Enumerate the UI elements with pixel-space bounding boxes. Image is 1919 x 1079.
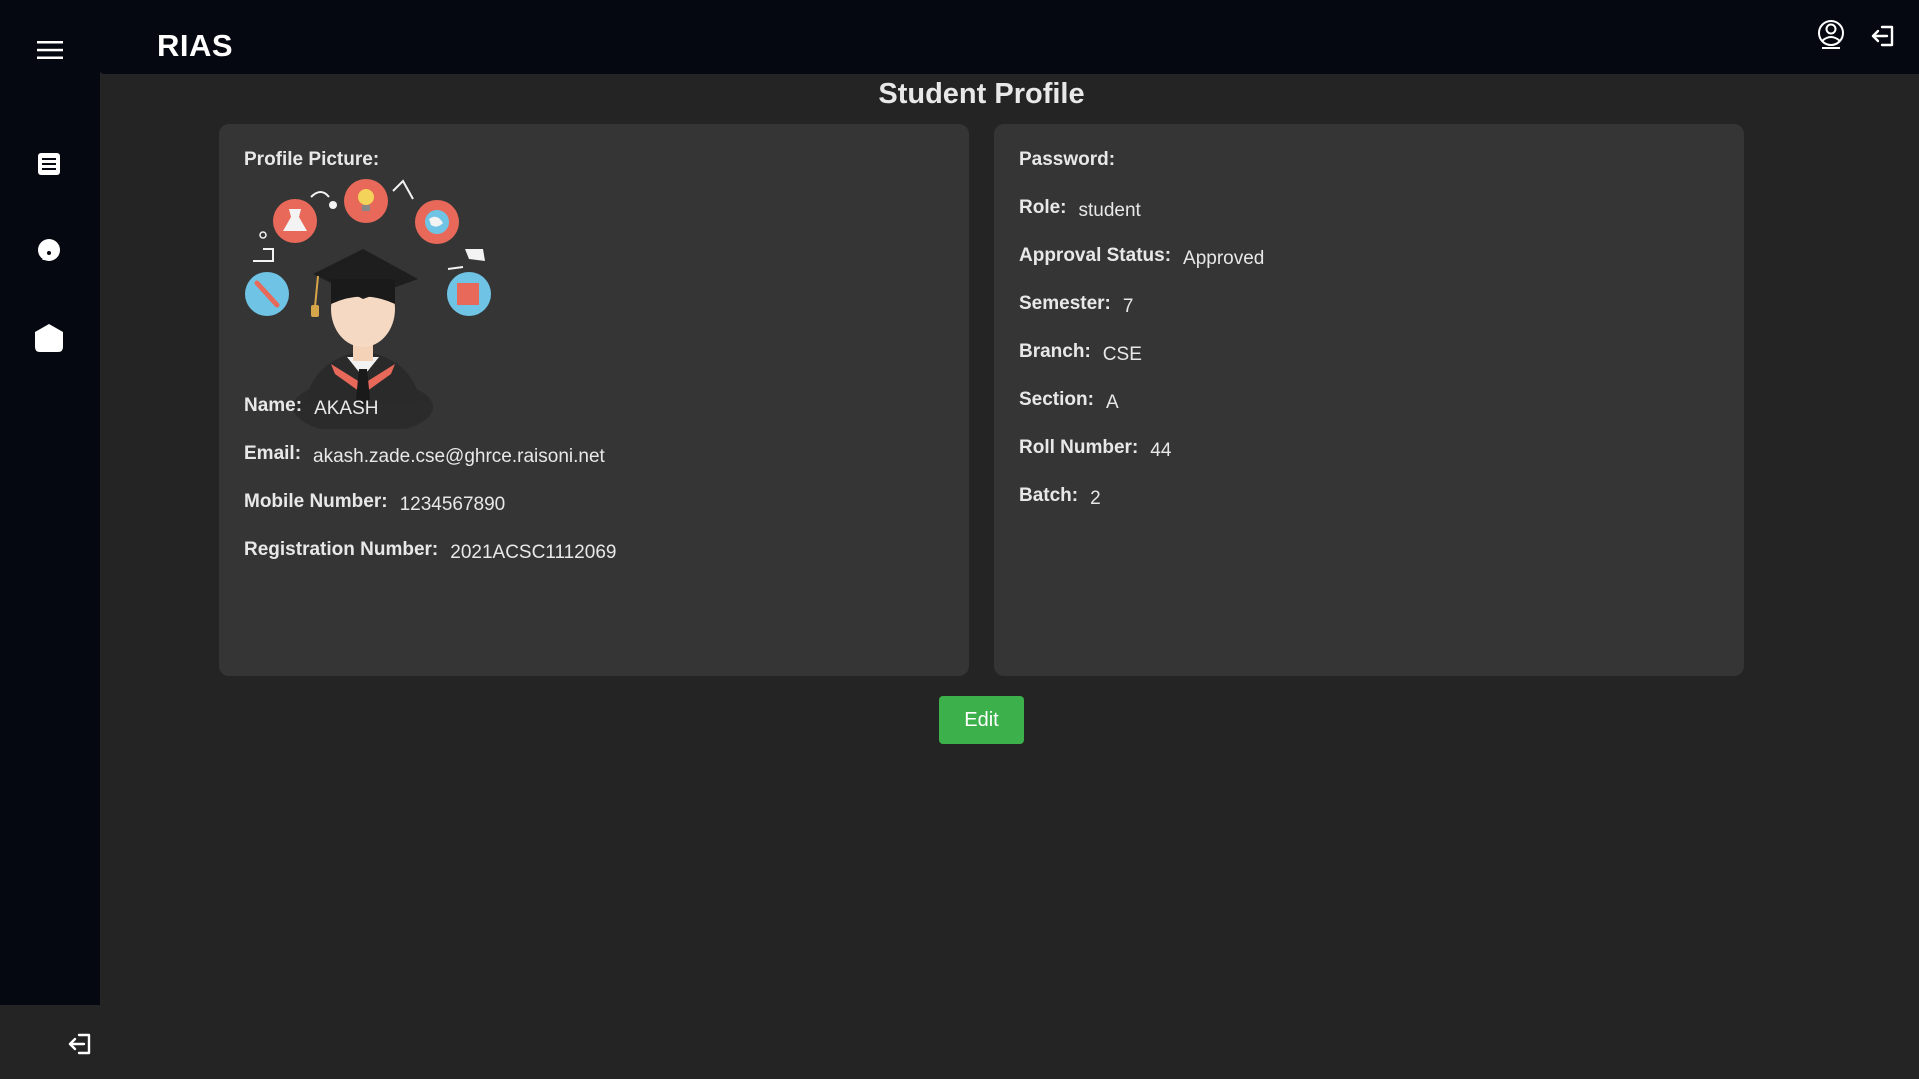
field-semester-value: 7 [1122, 296, 1134, 317]
profile-picture [243, 179, 493, 435]
field-role-label: Role: [1019, 197, 1067, 218]
logout-icon[interactable] [66, 1029, 96, 1059]
field-email-label: Email: [244, 443, 302, 464]
field-password-label: Password: [1019, 149, 1116, 170]
field-mobile: Mobile Number: 1234567890 [244, 491, 506, 515]
field-semester: Semester: 7 [1019, 293, 1134, 317]
field-section-value: A [1105, 392, 1119, 413]
field-roll-number: Roll Number: 44 [1019, 437, 1172, 461]
field-semester-label: Semester: [1019, 293, 1111, 314]
field-password: Password: [1019, 149, 1127, 171]
field-email: Email: akash.zade.cse@ghrce.raisoni.net [244, 443, 605, 467]
field-name: Name: AKASH [244, 395, 379, 419]
field-registration: Registration Number: 2021ACSC1112069 [244, 539, 617, 563]
edit-button[interactable]: Edit [939, 696, 1024, 744]
field-section: Section: A [1019, 389, 1119, 413]
field-batch: Batch: 2 [1019, 485, 1101, 509]
field-roll-number-value: 44 [1150, 440, 1172, 461]
field-role: Role: student [1019, 197, 1141, 221]
sidebar-footer [0, 1005, 1919, 1079]
field-approval-status-label: Approval Status: [1019, 245, 1172, 266]
field-section-label: Section: [1019, 389, 1094, 410]
field-registration-label: Registration Number: [244, 539, 439, 560]
field-approval-status-value: Approved [1183, 248, 1265, 269]
app-brand: RIAS [157, 28, 234, 63]
field-batch-label: Batch: [1019, 485, 1079, 506]
field-batch-value: 2 [1090, 488, 1101, 509]
profile-picture-label: Profile Picture: [244, 149, 380, 170]
profile-card-academic: Password: Role: student Approval Status:… [994, 124, 1744, 676]
field-role-value: student [1078, 200, 1141, 221]
logout-icon[interactable] [1868, 20, 1900, 52]
user-icon[interactable] [1814, 18, 1848, 52]
field-roll-number-label: Roll Number: [1019, 437, 1139, 458]
profile-card-personal: Profile Picture: Name: AKASH Email: akas… [219, 124, 969, 676]
chat-icon[interactable] [34, 236, 64, 266]
field-branch-value: CSE [1102, 344, 1142, 365]
menu-icon[interactable] [34, 36, 66, 64]
field-mobile-label: Mobile Number: [244, 491, 388, 512]
topbar: RIAS [100, 0, 1919, 74]
field-name-value: AKASH [314, 398, 379, 419]
field-registration-value: 2021ACSC1112069 [450, 542, 617, 563]
field-branch-label: Branch: [1019, 341, 1091, 362]
field-mobile-value: 1234567890 [399, 494, 506, 515]
field-approval-status: Approval Status: Approved [1019, 245, 1265, 269]
page-title: Student Profile [878, 78, 1085, 110]
field-email-value: akash.zade.cse@ghrce.raisoni.net [313, 446, 605, 467]
field-name-label: Name: [244, 395, 303, 416]
sidebar [0, 0, 100, 1005]
field-branch: Branch: CSE [1019, 341, 1142, 365]
list-icon[interactable] [34, 150, 64, 178]
home-icon[interactable] [33, 322, 65, 354]
